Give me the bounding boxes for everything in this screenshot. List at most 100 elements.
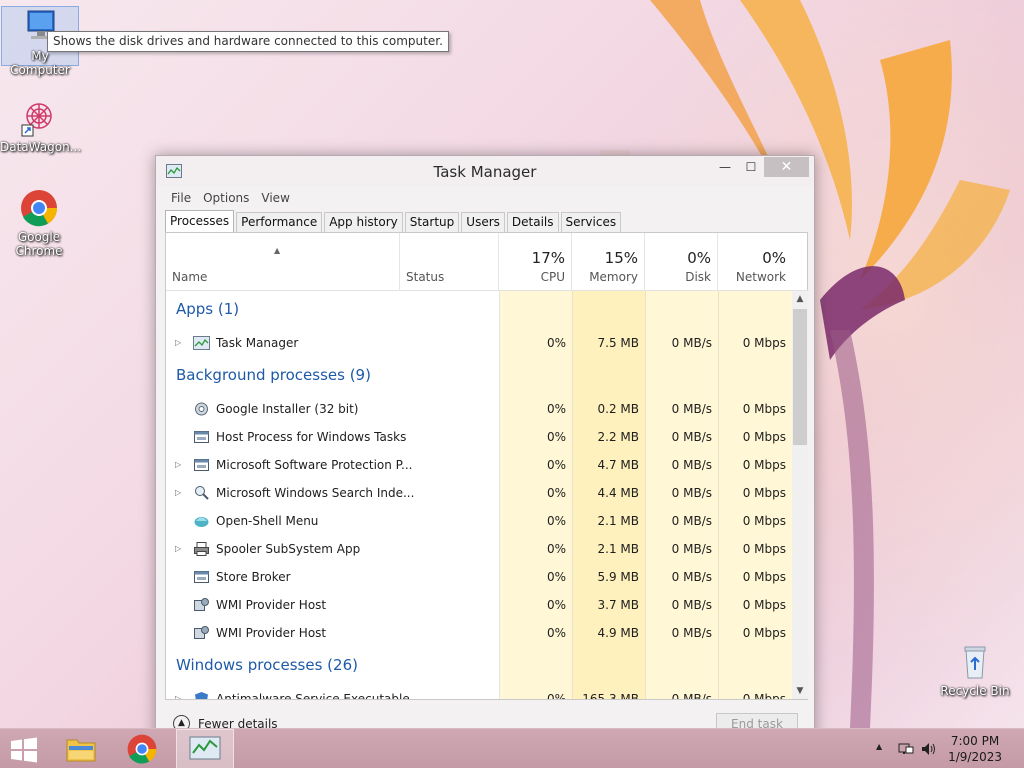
process-row[interactable]: WMI Provider Host 0% 4.9 MB 0 MB/s 0 Mbps — [166, 619, 792, 647]
tab-performance[interactable]: Performance — [236, 212, 323, 233]
process-cpu: 0% — [546, 514, 566, 528]
printer-icon — [193, 541, 210, 557]
expand-arrow-icon[interactable]: ▷ — [175, 479, 181, 507]
vertical-scrollbar[interactable]: ▲ ▼ — [792, 291, 808, 699]
process-disk: 0 MB/s — [671, 336, 712, 350]
column-header-cpu[interactable]: 17% CPU — [499, 233, 572, 291]
process-row[interactable]: ▷ Spooler SubSystem App 0% 2.1 MB 0 MB/s 0 Mb… — [166, 535, 792, 563]
group-header-windows[interactable]: Windows processes (26) — [176, 647, 358, 683]
menu-file[interactable]: File — [165, 188, 197, 208]
column-header-memory[interactable]: 15% Memory — [572, 233, 645, 291]
process-row[interactable]: Host Process for Windows Tasks 0% 2.2 MB 0 … — [166, 423, 792, 451]
process-disk: 0 MB/s — [671, 458, 712, 472]
close-button[interactable]: ✕ — [764, 157, 809, 177]
column-header-status[interactable]: Status — [400, 233, 499, 291]
process-row[interactable]: WMI Provider Host 0% 3.7 MB 0 MB/s 0 Mbps — [166, 591, 792, 619]
process-name: Spooler SubSystem App — [216, 542, 361, 556]
tab-users[interactable]: Users — [461, 212, 505, 233]
process-row[interactable]: Store Broker 0% 5.9 MB 0 MB/s 0 Mbps — [166, 563, 792, 591]
process-cpu: 0% — [546, 458, 566, 472]
process-row[interactable]: ▷ Microsoft Windows Search Inde... 0% 4.4 M… — [166, 479, 792, 507]
maximize-button[interactable]: ☐ — [738, 157, 764, 177]
chrome-icon — [127, 734, 157, 764]
scroll-thumb[interactable] — [793, 309, 807, 445]
process-cpu: 0% — [546, 692, 566, 699]
process-network: 0 Mbps — [742, 336, 786, 350]
process-cpu: 0% — [546, 430, 566, 444]
column-header-name[interactable]: ▲ Name — [166, 233, 400, 291]
process-name: Microsoft Windows Search Inde... — [216, 486, 415, 500]
tab-app-history[interactable]: App history — [324, 212, 403, 233]
clock[interactable]: 7:00 PM 1/9/2023 — [948, 733, 1002, 765]
memory-total: 15% — [604, 249, 638, 267]
column-header-network[interactable]: 0% Network — [718, 233, 792, 291]
start-button[interactable] — [0, 729, 48, 768]
scroll-up-icon[interactable]: ▲ — [792, 291, 808, 307]
network-total: 0% — [762, 249, 786, 267]
search-icon — [193, 485, 210, 501]
process-row[interactable]: ▷ Task Manager 0% 7.5 MB 0 MB/s 0 Mbps — [166, 329, 792, 357]
process-network: 0 Mbps — [742, 542, 786, 556]
desktop-icon-google-chrome[interactable]: Google Chrome — [0, 188, 78, 258]
tab-processes[interactable]: Processes — [165, 210, 235, 233]
process-memory: 7.5 MB — [597, 336, 639, 350]
process-row[interactable]: ▷ Antimalware Service Executable 0% 165.3 M… — [166, 685, 792, 699]
show-hidden-icons-icon[interactable]: ▲ — [876, 742, 882, 751]
minimize-button[interactable]: — — [712, 157, 738, 177]
taskbar-chrome[interactable] — [118, 729, 166, 768]
tab-strip: Processes Performance App history Startu… — [165, 210, 623, 233]
process-memory: 165.3 MB — [582, 692, 639, 699]
process-memory: 2.2 MB — [597, 430, 639, 444]
process-disk: 0 MB/s — [671, 486, 712, 500]
tab-services[interactable]: Services — [560, 212, 622, 233]
service-icon — [193, 429, 210, 445]
taskbar-file-explorer[interactable] — [58, 729, 104, 768]
process-cpu: 0% — [546, 486, 566, 500]
process-name: Microsoft Software Protection P... — [216, 458, 413, 472]
process-disk: 0 MB/s — [671, 692, 712, 699]
network-icon[interactable] — [898, 741, 914, 757]
column-header: ▲ Name Status 17% CPU 15% Memory 0% Disk… — [166, 233, 809, 291]
process-name: Google Installer (32 bit) — [216, 402, 359, 416]
process-disk: 0 MB/s — [671, 402, 712, 416]
desktop-icon-datawagon[interactable]: DataWagon... — [0, 98, 82, 154]
group-header-apps[interactable]: Apps (1) — [176, 291, 239, 327]
expand-arrow-icon[interactable]: ▷ — [175, 685, 181, 699]
column-header-disk[interactable]: 0% Disk — [645, 233, 718, 291]
process-row[interactable]: Google Installer (32 bit) 0% 0.2 MB 0 MB/s 0… — [166, 395, 792, 423]
expand-arrow-icon[interactable]: ▷ — [175, 535, 181, 563]
tab-startup[interactable]: Startup — [404, 212, 460, 233]
expand-arrow-icon[interactable]: ▷ — [175, 451, 181, 479]
process-disk: 0 MB/s — [671, 430, 712, 444]
process-network: 0 Mbps — [742, 598, 786, 612]
process-row[interactable]: ▷ Microsoft Software Protection P... 0% 4.7… — [166, 451, 792, 479]
wmi-icon — [193, 625, 210, 641]
taskbar-task-manager[interactable] — [176, 729, 234, 768]
desktop-icon-label: My Computer — [10, 49, 70, 77]
process-name: WMI Provider Host — [216, 598, 327, 612]
folder-icon — [66, 739, 96, 762]
desktop-icon-recycle-bin[interactable]: Recycle Bin — [936, 642, 1014, 698]
process-cpu: 0% — [546, 598, 566, 612]
expand-arrow-icon[interactable]: ▷ — [175, 329, 181, 357]
menu-bar: File Options View — [165, 188, 296, 208]
menu-options[interactable]: Options — [197, 188, 255, 208]
scroll-down-icon[interactable]: ▼ — [792, 683, 808, 699]
taskbar: ▲ 7:00 PM 1/9/2023 — [0, 728, 1024, 768]
process-cpu: 0% — [546, 626, 566, 640]
datawagon-icon — [19, 98, 59, 138]
task-manager-window: Task Manager — ☐ ✕ File Options View Pro… — [155, 155, 815, 745]
process-disk: 0 MB/s — [671, 514, 712, 528]
service-icon — [193, 457, 210, 473]
menu-view[interactable]: View — [255, 188, 295, 208]
service-icon — [193, 569, 210, 585]
tab-details[interactable]: Details — [506, 212, 559, 233]
volume-icon[interactable] — [920, 741, 938, 757]
process-cpu: 0% — [546, 542, 566, 556]
desktop-icon-label: DataWagon... — [0, 140, 82, 154]
process-memory: 4.9 MB — [597, 626, 639, 640]
group-header-background[interactable]: Background processes (9) — [176, 357, 371, 393]
process-row[interactable]: Open-Shell Menu 0% 2.1 MB 0 MB/s 0 Mbps — [166, 507, 792, 535]
process-network: 0 Mbps — [742, 514, 786, 528]
title-bar[interactable]: Task Manager — ☐ ✕ — [156, 156, 814, 186]
